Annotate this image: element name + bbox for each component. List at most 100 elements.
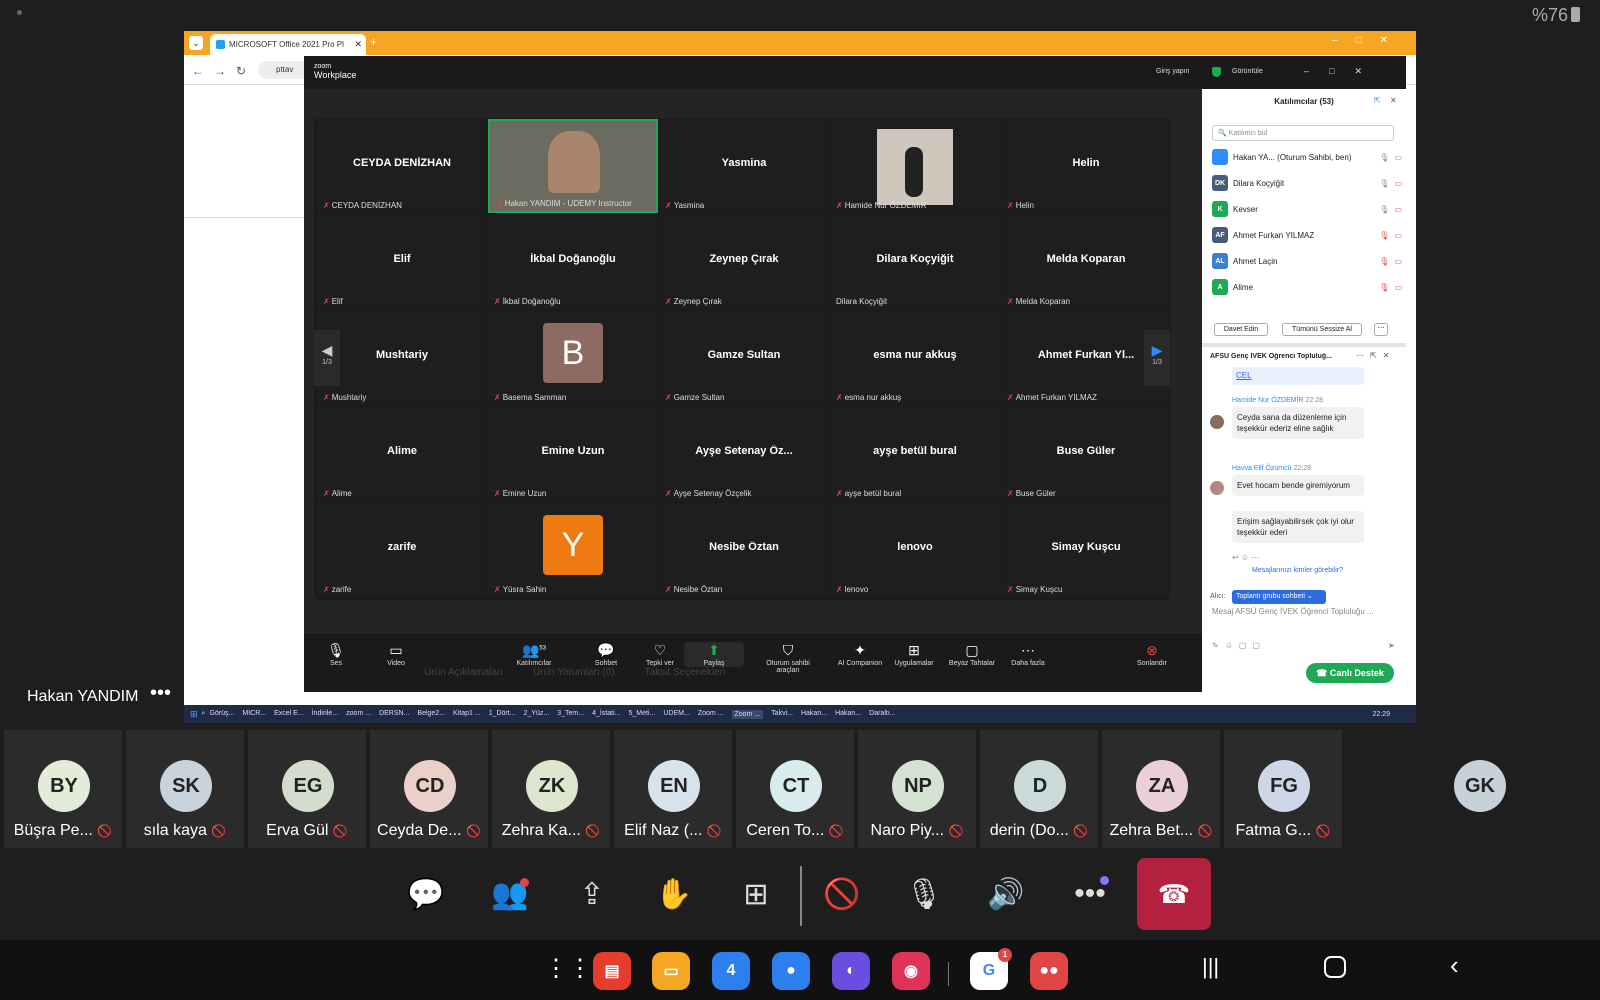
mic-button[interactable]: 🎙 Ses xyxy=(306,642,366,667)
tab-installments[interactable]: Taksit Seçenekleri xyxy=(645,667,726,678)
recents-button[interactable]: ||| xyxy=(1202,954,1219,980)
app-icon-internet[interactable]: ◐ xyxy=(832,952,870,990)
participant-tile[interactable]: Buse Güler ✗ Buse Güler xyxy=(1001,407,1171,501)
reaction-button[interactable]: ♡ Tepki ver xyxy=(630,642,690,667)
participant-tile[interactable]: B ✗ Basema Samman xyxy=(488,311,658,405)
participant-tile[interactable]: ayşe betül bural ✗ ayşe betül bural xyxy=(830,407,1000,501)
end-call-button[interactable]: ☎ xyxy=(1137,858,1211,930)
participant-row[interactable]: AL Ahmet Laçin 🎙 ▭ xyxy=(1212,251,1402,271)
grid-view-icon[interactable]: ⊞ xyxy=(720,858,792,930)
participant-tile[interactable]: Dilara Koçyiğit Dilara Koçyiğit xyxy=(830,215,1000,309)
chat-icon[interactable]: 💬 xyxy=(390,858,462,930)
participant-tile[interactable]: İkbal Doğanoğlu ✗ İkbal Doğanoğlu xyxy=(488,215,658,309)
app-icon-files[interactable]: ▭ xyxy=(652,952,690,990)
view-button[interactable]: Görüntüle xyxy=(1232,68,1263,75)
message-input[interactable]: Mesaj AFSÜ Genç İVEK Öğrenci Topluluğu .… xyxy=(1212,607,1398,616)
participant-tile[interactable]: Alime ✗ Alime xyxy=(317,407,487,501)
participant-tile[interactable]: zarife ✗ zarife xyxy=(317,503,487,597)
participant-thumbnail[interactable]: EN Elif Naz (... 🚫 xyxy=(614,730,732,848)
end-meeting-button[interactable]: ⊗ Sonlandır xyxy=(1122,642,1182,667)
panel-popout-icon[interactable]: ⇱ xyxy=(1374,96,1381,105)
app-icon-red[interactable]: ▤ xyxy=(593,952,631,990)
taskbar-item[interactable]: 5_Meti... xyxy=(629,710,656,719)
participant-tile[interactable]: Helin ✗ Helin xyxy=(1001,119,1171,213)
taskbar-item[interactable]: Hakan... xyxy=(835,710,861,719)
taskbar-item[interactable]: Zoom ... xyxy=(698,710,724,719)
recipient-dropdown[interactable]: Toplantı grubu sohbeti ⌄ xyxy=(1232,590,1326,604)
next-page-button[interactable]: ▶ 1/3 xyxy=(1144,330,1170,386)
app-icon-messages[interactable]: ● xyxy=(772,952,810,990)
mute-all-button[interactable]: Tümünü Sessize Al xyxy=(1282,323,1362,336)
zoom-window-controls[interactable]: –□✕ xyxy=(1304,66,1382,77)
taskbar-search-icon[interactable]: ⌕ xyxy=(202,710,206,718)
taskbar-item[interactable]: 1_Dört... xyxy=(489,710,516,719)
chat-link-bubble[interactable]: CEL xyxy=(1232,367,1364,385)
forward-icon[interactable]: → xyxy=(214,64,226,78)
chat-format-icons[interactable]: ✎☺▢▢ xyxy=(1212,641,1266,650)
ai-companion-button[interactable]: ✦ AI Companion xyxy=(830,642,890,667)
share-button[interactable]: ⬆ Paylaş xyxy=(684,642,744,667)
tab-close-icon[interactable]: ✕ xyxy=(354,39,362,50)
participant-row[interactable]: DK Dilara Koçyiğit 🎙 ▭ xyxy=(1212,173,1402,193)
live-support-button[interactable]: ☎ Canlı Destek xyxy=(1306,663,1394,683)
signin-link[interactable]: Giriş yapın xyxy=(1156,68,1189,75)
participant-tile[interactable]: esma nur akkuş ✗ esma nur akkuş xyxy=(830,311,1000,405)
taskbar-item[interactable]: Excel E... xyxy=(274,710,304,719)
participant-thumbnail[interactable]: FG Fatma G... 🚫 xyxy=(1224,730,1342,848)
invite-button[interactable]: Davet Edin xyxy=(1214,323,1268,336)
participant-thumbnail[interactable]: CT Ceren To... 🚫 xyxy=(736,730,854,848)
taskbar-item[interactable]: İndirile... xyxy=(312,710,338,719)
back-icon[interactable]: ← xyxy=(192,64,204,78)
participants-button[interactable]: 👥53 Katılımcılar xyxy=(504,642,564,667)
participant-thumbnail[interactable]: NP Naro Piy... 🚫 xyxy=(858,730,976,848)
chat-options-icon[interactable]: ⋯⇱✕ xyxy=(1356,351,1395,360)
participant-tile[interactable]: Emine Uzun ✗ Emine Uzun xyxy=(488,407,658,501)
back-button[interactable]: ‹ xyxy=(1450,950,1459,981)
taskbar-item[interactable]: Kitap1 ... xyxy=(453,710,481,719)
browser-tab[interactable]: MICROSOFT Office 2021 Pro Pl ✕ xyxy=(210,34,366,55)
speaker-icon[interactable]: 🔊 xyxy=(970,858,1042,930)
participant-row[interactable]: AF Ahmet Furkan YILMAZ 🎙 ▭ xyxy=(1212,225,1402,245)
taskbar-item[interactable]: 3_Tem... xyxy=(557,710,584,719)
participant-tile[interactable]: Ayşe Setenay Öz... ✗ Ayşe Setenay Özçelik xyxy=(659,407,829,501)
taskbar-item[interactable]: Görüş... xyxy=(209,710,234,719)
taskbar-item[interactable]: 2_Yüz... xyxy=(524,710,550,719)
taskbar-item[interactable]: MICR... xyxy=(242,710,266,719)
more-options-icon[interactable]: ⋯ xyxy=(1374,323,1388,336)
send-icon[interactable]: ➤ xyxy=(1388,641,1395,650)
participant-tile[interactable]: ✗ Hamide Nur ÖZDEMİR xyxy=(830,119,1000,213)
window-controls[interactable]: –□✕ xyxy=(1332,35,1406,46)
taskbar-item[interactable]: Belge2... xyxy=(417,710,445,719)
prev-page-button[interactable]: ◀ 1/3 xyxy=(314,330,340,386)
participant-tile[interactable]: Nesibe Öztan ✗ Nesibe Öztan xyxy=(659,503,829,597)
taskbar-item[interactable]: Takvi... xyxy=(771,710,793,719)
windows-icon[interactable]: ⊞ xyxy=(190,709,198,720)
more-icon[interactable]: ••• xyxy=(1054,858,1126,930)
share-screen-icon[interactable]: ⇪ xyxy=(556,858,628,930)
participant-thumbnail[interactable]: CD Ceyda De... 🚫 xyxy=(370,730,488,848)
apps-button[interactable]: ⊞ Uygulamalar xyxy=(884,642,944,667)
participant-thumbnail[interactable]: GK xyxy=(1420,730,1538,848)
participant-thumbnail[interactable]: SK sıla kaya 🚫 xyxy=(126,730,244,848)
who-sees-link[interactable]: Mesajlarınızı kimler görebilir? xyxy=(1252,567,1343,574)
participant-thumbnail[interactable]: ZK Zehra Ka... 🚫 xyxy=(492,730,610,848)
participant-tile[interactable]: Gamze Sultan ✗ Gamze Sultan xyxy=(659,311,829,405)
home-button[interactable] xyxy=(1324,956,1346,978)
app-icon-camera[interactable]: ◉ xyxy=(892,952,930,990)
taskbar-item[interactable]: Zoom ... xyxy=(731,709,764,719)
app-icon-google[interactable]: G1 xyxy=(970,948,1012,990)
participant-tile[interactable]: Yasmina ✗ Yasmina xyxy=(659,119,829,213)
taskbar-item[interactable]: 4_İstati... xyxy=(592,710,620,719)
taskbar-item[interactable]: zoom ... xyxy=(346,710,371,719)
participant-row[interactable]: K Kevser 🎙 ▭ xyxy=(1212,199,1402,219)
tab-product-reviews[interactable]: Ürün Yorumları (0) xyxy=(533,667,615,678)
panel-close-icon[interactable]: ✕ xyxy=(1390,96,1397,105)
participant-row[interactable]: Hakan YA... (Oturum Sahibi, ben) 🎙 ▭ xyxy=(1212,147,1402,167)
participant-row[interactable]: A Alime 🎙 ▭ xyxy=(1212,277,1402,297)
taskbar-item[interactable]: Daraltı... xyxy=(869,710,895,719)
tab-product-desc[interactable]: Ürün Açıklamaları xyxy=(424,667,503,678)
new-tab-icon[interactable]: + xyxy=(370,35,377,49)
app-icon-calendar[interactable]: 4 xyxy=(712,952,750,990)
camera-off-icon[interactable]: 🚫 xyxy=(806,858,878,930)
chat-button[interactable]: 💬 Sohbet xyxy=(576,642,636,667)
